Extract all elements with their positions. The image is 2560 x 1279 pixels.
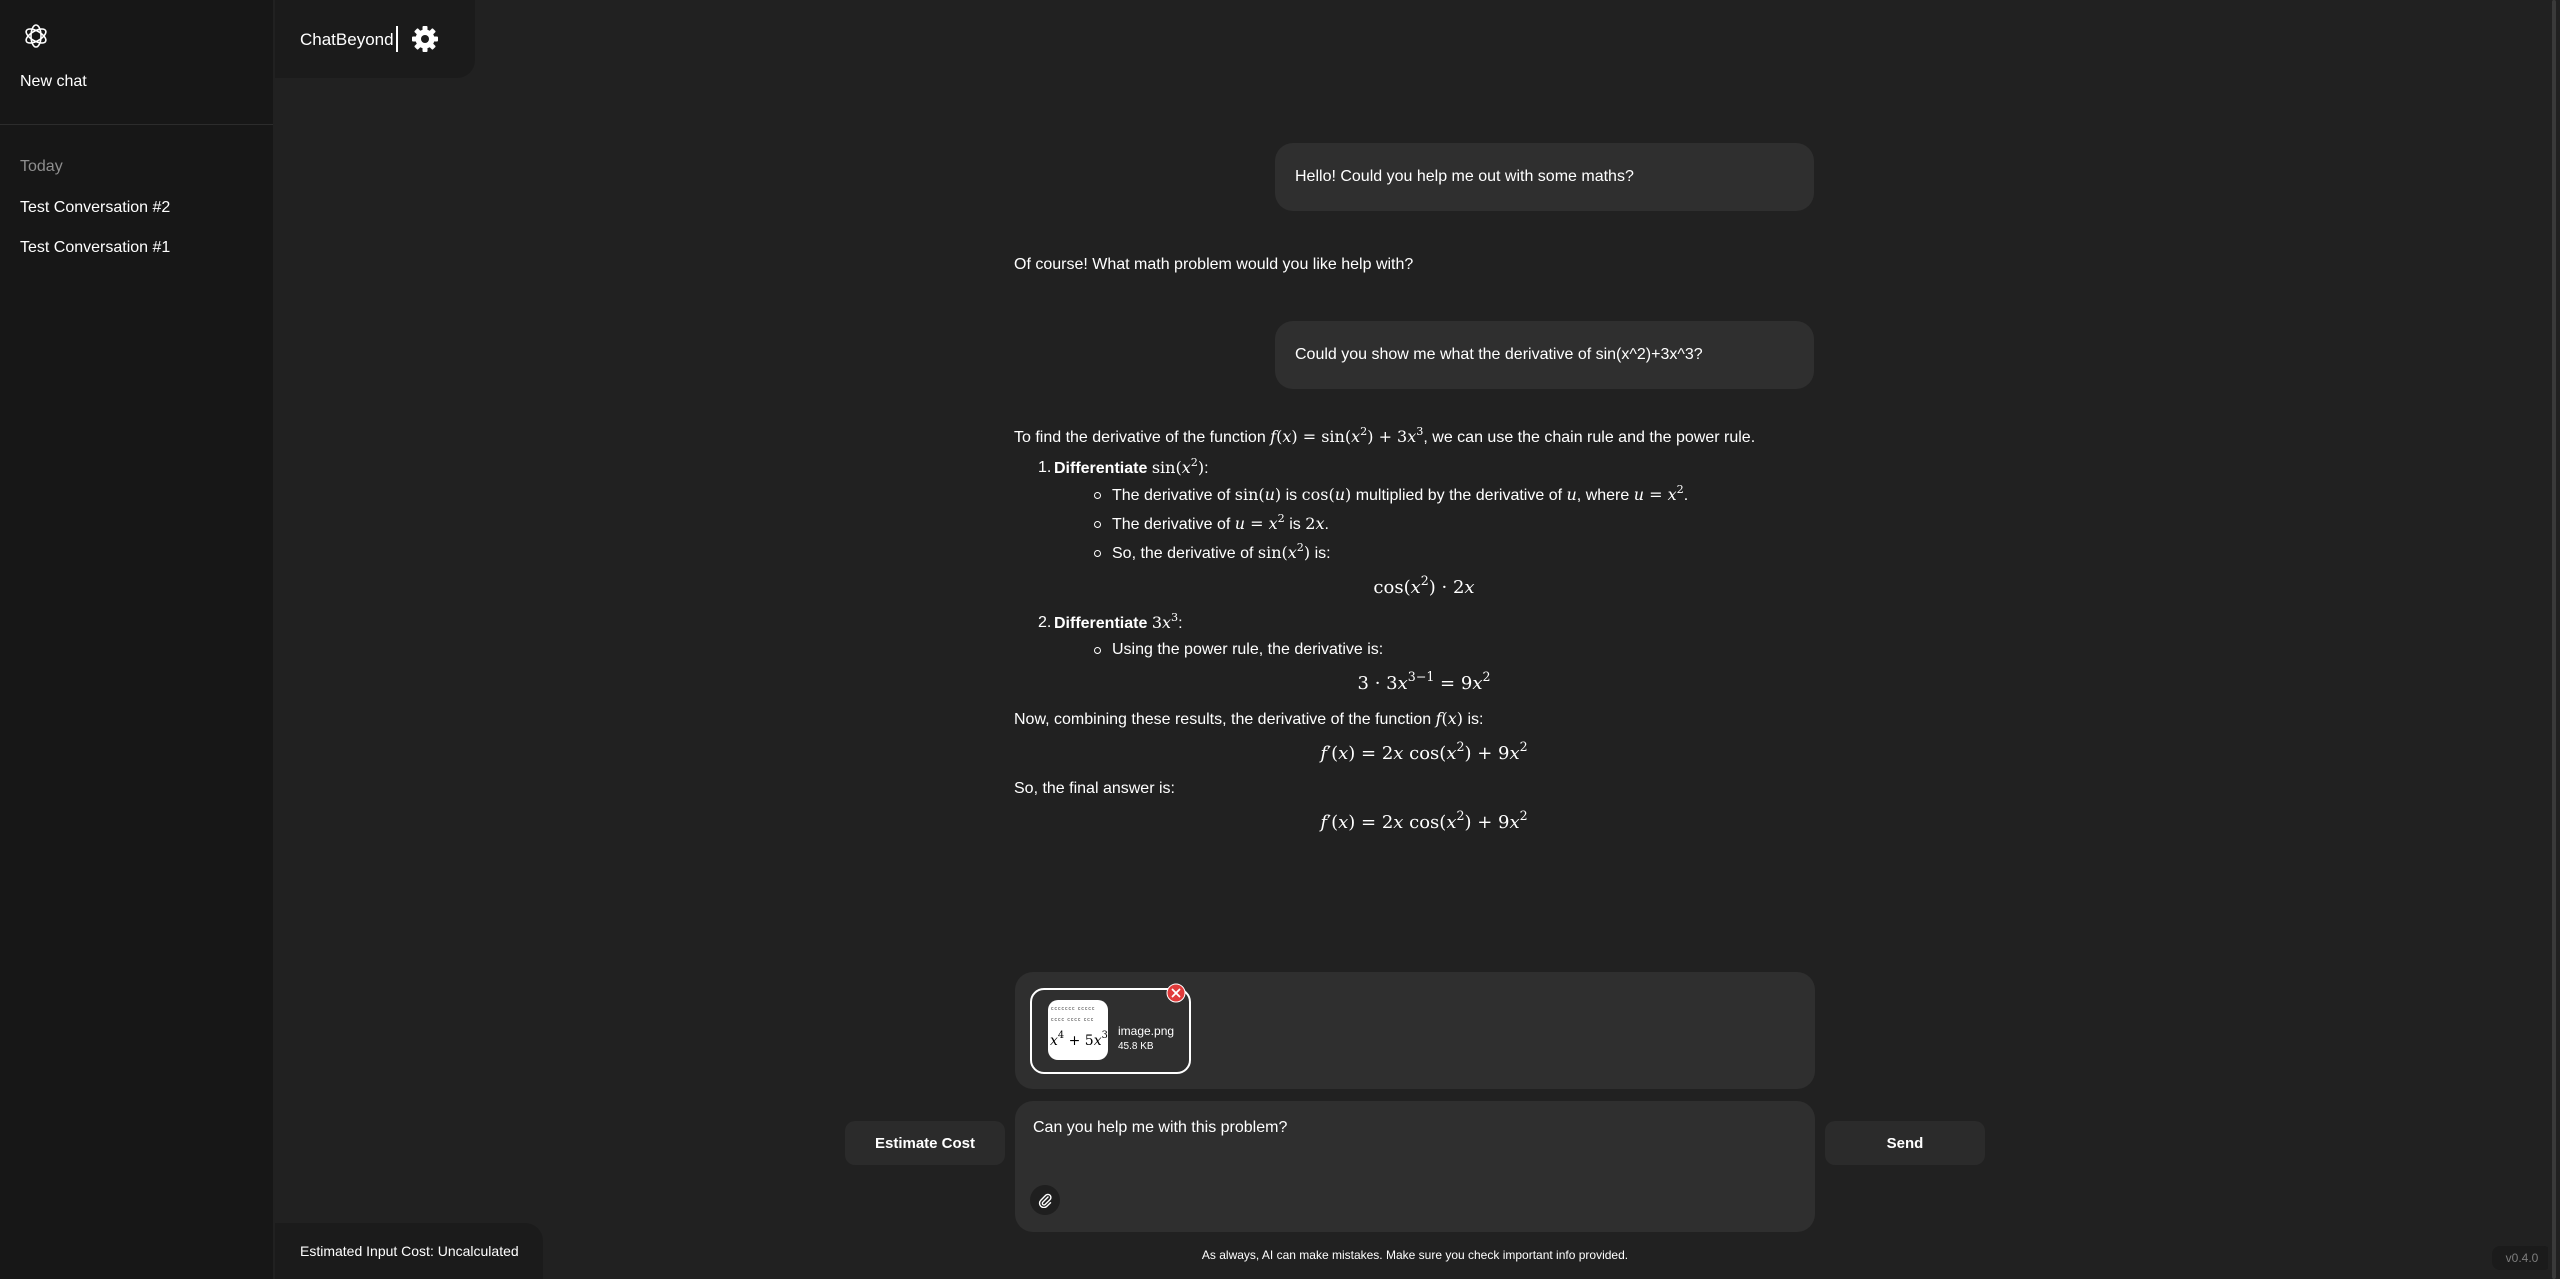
version-badge: v0.4.0: [2492, 1246, 2552, 1270]
send-button[interactable]: Send: [1825, 1121, 1985, 1165]
sidebar-divider: [0, 124, 273, 125]
settings-gear-icon[interactable]: [410, 24, 440, 54]
attachment-area: ccccccc ccccc cccc cccc ccc x4 + 5x3 ima…: [1015, 972, 1815, 1089]
assistant-message: To find the derivative of the function f…: [1014, 425, 1834, 846]
math-inline: sin(x2): [1151, 455, 1205, 477]
message-input-box: Can you help me with this problem?: [1015, 1101, 1815, 1232]
step-2: 2. Differentiate 3x3: Using the power ru…: [1038, 610, 1834, 697]
attachment-file-size: 45.8 KB: [1118, 1041, 1154, 1052]
user-message: Hello! Could you help me out with some m…: [1275, 143, 1814, 211]
step-1: 1. Differentiate sin(x2): The derivative…: [1038, 455, 1834, 601]
message-input[interactable]: Can you help me with this problem?: [1033, 1119, 1793, 1159]
list-item: The derivative of sin(u) is cos(u) multi…: [1094, 483, 1834, 508]
response-final-label: So, the final answer is:: [1014, 780, 1175, 797]
list-item: Using the power rule, the derivative is:: [1094, 638, 1834, 662]
math-inline: f(x) = sin(x2) + 3x3: [1270, 424, 1424, 446]
sidebar: New chat Today Test Conversation #2 Test…: [0, 0, 273, 1279]
math-display: f′(x) = 2x cos(x2) + 9x2: [1320, 807, 1528, 833]
estimated-cost-text: Estimated Input Cost: Uncalculated: [300, 1243, 519, 1259]
title-separator: [396, 26, 398, 52]
user-message: Could you show me what the derivative of…: [1275, 321, 1814, 389]
user-message-text: Hello! Could you help me out with some m…: [1295, 168, 1634, 185]
conversation-item[interactable]: Test Conversation #2: [20, 199, 170, 217]
attachment-file-name: image.png: [1118, 1024, 1175, 1038]
math-inline: 3x3: [1151, 610, 1179, 632]
response-intro: To find the derivative of the function f…: [1014, 424, 1756, 446]
math-display: cos(x2) · 2x: [1373, 572, 1475, 598]
estimated-cost-panel: Estimated Input Cost: Uncalculated: [275, 1223, 543, 1279]
attach-file-button[interactable]: [1030, 1185, 1060, 1215]
estimate-cost-button[interactable]: Estimate Cost: [845, 1121, 1005, 1165]
app-title: ChatBeyond: [300, 30, 394, 49]
remove-attachment-icon[interactable]: [1166, 983, 1186, 1003]
app-header: ChatBeyond: [275, 0, 475, 78]
math-display: f′(x) = 2x cos(x2) + 9x2: [1320, 738, 1528, 764]
logo-icon[interactable]: [22, 22, 50, 50]
section-today-label: Today: [20, 158, 63, 175]
disclaimer-text: As always, AI can make mistakes. Make su…: [1201, 1248, 1629, 1262]
conversation-item[interactable]: Test Conversation #1: [20, 239, 170, 257]
user-message-text: Could you show me what the derivative of…: [1295, 346, 1703, 363]
paperclip-icon: [1038, 1193, 1052, 1208]
list-item: The derivative of u = x2 is 2x.: [1094, 512, 1834, 537]
new-chat-button[interactable]: New chat: [20, 73, 87, 91]
response-combine: Now, combining these results, the deriva…: [1014, 709, 1484, 728]
assistant-message: Of course! What math problem would you l…: [1014, 256, 1414, 273]
scrollbar-thumb[interactable]: [2552, 0, 2556, 1279]
attachment-thumbnail: ccccccc ccccc cccc cccc ccc x4 + 5x3: [1048, 1000, 1108, 1060]
list-item: So, the derivative of sin(x2) is:: [1094, 541, 1834, 566]
math-display: 3 · 3x3−1 = 9x2: [1357, 668, 1491, 694]
